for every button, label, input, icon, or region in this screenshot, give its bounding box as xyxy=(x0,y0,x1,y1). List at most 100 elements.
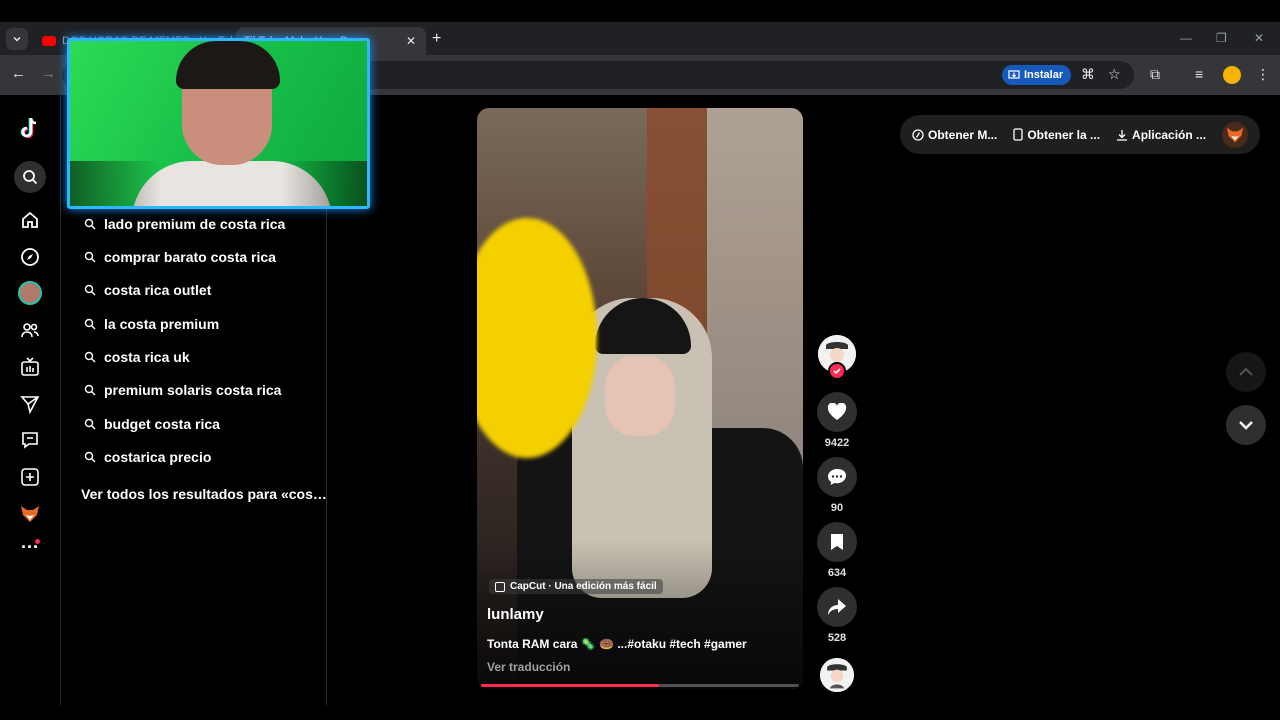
search-icon xyxy=(84,318,96,330)
heart-icon xyxy=(827,403,847,420)
suggestion-text: costa rica outlet xyxy=(104,282,212,298)
panel-divider-left xyxy=(60,95,61,705)
search-icon xyxy=(84,418,96,430)
webcam-person-hair xyxy=(176,41,280,89)
title-bar xyxy=(0,0,1280,22)
share-count: 528 xyxy=(827,632,847,644)
search-icon xyxy=(84,351,96,363)
search-suggestion[interactable]: la costa premium xyxy=(84,313,219,335)
close-tab-icon[interactable]: ✕ xyxy=(406,34,416,48)
live-tv-icon[interactable] xyxy=(18,355,42,379)
see-all-results-link[interactable]: Ver todos los resultados para «cos… xyxy=(81,486,327,502)
share-button[interactable] xyxy=(817,587,857,627)
minimize-button[interactable]: — xyxy=(1180,31,1192,45)
media-controls-icon[interactable]: ≡ xyxy=(1195,66,1203,82)
search-icon xyxy=(23,170,38,185)
suggestion-text: premium solaris costa rica xyxy=(104,382,282,398)
video-person-face xyxy=(605,356,675,436)
coin-icon xyxy=(912,128,924,141)
search-suggestion[interactable]: budget costa rica xyxy=(84,413,220,435)
search-suggestion[interactable]: costa rica outlet xyxy=(84,279,211,301)
comment-button[interactable] xyxy=(817,457,857,497)
close-window-button[interactable]: ✕ xyxy=(1254,31,1264,45)
bookmark-star-icon[interactable]: ☆ xyxy=(1108,66,1121,83)
forward-button[interactable]: → xyxy=(41,65,56,82)
check-icon xyxy=(833,368,841,375)
save-button[interactable] xyxy=(817,522,857,562)
restore-button[interactable]: ❐ xyxy=(1216,31,1227,45)
friends-icon[interactable] xyxy=(18,318,42,342)
share-arrow-icon xyxy=(828,599,846,615)
suggestion-text: budget costa rica xyxy=(104,416,220,432)
messages-send-icon[interactable] xyxy=(18,392,42,416)
suggestion-text: costarica precio xyxy=(104,449,212,465)
video-username[interactable]: lunlamy xyxy=(487,606,544,623)
user-fox-avatar[interactable] xyxy=(1222,121,1248,148)
phone-icon xyxy=(1013,128,1023,141)
get-coins-label: Obtener M... xyxy=(928,127,998,142)
get-coins-link[interactable]: Obtener M... xyxy=(912,128,997,142)
install-icon xyxy=(1008,70,1020,79)
bookmark-icon xyxy=(831,534,843,550)
video-player[interactable]: CapCut · Una edición más fácil lunlamy T… xyxy=(477,108,803,689)
like-count: 9422 xyxy=(824,437,850,449)
search-suggestion[interactable]: premium solaris costa rica xyxy=(84,379,281,401)
capcut-label: CapCut · Una edición más fácil xyxy=(510,581,657,592)
suggestion-text: comprar barato costa rica xyxy=(104,249,276,265)
chevron-down-icon xyxy=(1239,421,1253,430)
search-icon xyxy=(84,251,96,263)
tab-search-button[interactable] xyxy=(6,28,28,50)
search-icon xyxy=(84,284,96,296)
more-menu-icon[interactable]: ⋮ xyxy=(1256,66,1270,83)
comment-icon xyxy=(828,469,846,485)
next-video-button[interactable] xyxy=(1226,405,1266,445)
desktop-app-link[interactable]: Aplicación ... xyxy=(1116,128,1206,142)
video-progress-fill xyxy=(481,684,660,687)
search-suggestion[interactable]: lado premium de costa rica xyxy=(84,213,285,235)
previous-video-button[interactable] xyxy=(1226,352,1266,392)
new-tab-button[interactable]: + xyxy=(432,30,441,48)
comment-count: 90 xyxy=(830,502,844,514)
search-suggestion[interactable]: costarica precio xyxy=(84,446,211,468)
home-icon[interactable] xyxy=(18,208,42,232)
suggestion-text: costa rica uk xyxy=(104,349,190,365)
get-app-link[interactable]: Obtener la ... xyxy=(1013,128,1100,142)
chevron-up-icon xyxy=(1239,367,1253,376)
search-icon xyxy=(84,384,96,396)
upload-plus-icon[interactable] xyxy=(18,465,42,489)
translate-icon[interactable]: ⌘ xyxy=(1081,66,1095,83)
capcut-badge[interactable]: CapCut · Una edición más fácil xyxy=(489,579,663,594)
extensions-icon[interactable]: ⧉ xyxy=(1150,66,1160,83)
webcam-shadow xyxy=(70,161,367,206)
profile-fox-avatar[interactable] xyxy=(18,502,42,526)
search-button[interactable] xyxy=(14,161,46,193)
capcut-icon xyxy=(495,581,505,592)
search-suggestion[interactable]: comprar barato costa rica xyxy=(84,246,276,268)
follow-button[interactable] xyxy=(828,362,846,380)
get-app-label: Obtener la ... xyxy=(1027,127,1101,142)
following-avatar[interactable] xyxy=(18,281,42,305)
chevron-down-icon xyxy=(13,36,21,42)
translate-link[interactable]: Ver traducción xyxy=(487,660,570,674)
webcam-overlay xyxy=(67,38,370,209)
like-button[interactable] xyxy=(817,392,857,432)
install-app-button[interactable]: Instalar xyxy=(1002,65,1072,85)
desktop-app-label: Aplicación ... xyxy=(1132,127,1207,142)
sound-avatar[interactable] xyxy=(820,658,854,692)
video-description: Tonta RAM cara 🦠 🍩 ...#otaku #tech #game… xyxy=(487,637,747,651)
tiktok-logo-icon[interactable] xyxy=(18,116,42,140)
back-button[interactable]: ← xyxy=(11,65,26,82)
suggestion-text: lado premium de costa rica xyxy=(104,216,286,232)
profile-avatar[interactable] xyxy=(1223,66,1241,84)
search-icon xyxy=(84,451,96,463)
inbox-icon[interactable] xyxy=(18,428,42,452)
notification-dot xyxy=(35,539,40,544)
search-suggestion[interactable]: costa rica uk xyxy=(84,346,190,368)
explore-compass-icon[interactable] xyxy=(18,245,42,269)
search-icon xyxy=(84,218,96,230)
suggestion-text: la costa premium xyxy=(104,316,220,332)
save-count: 634 xyxy=(827,567,847,579)
download-icon xyxy=(1117,129,1128,141)
youtube-icon xyxy=(42,36,56,46)
video-progress-bar[interactable] xyxy=(481,684,799,687)
